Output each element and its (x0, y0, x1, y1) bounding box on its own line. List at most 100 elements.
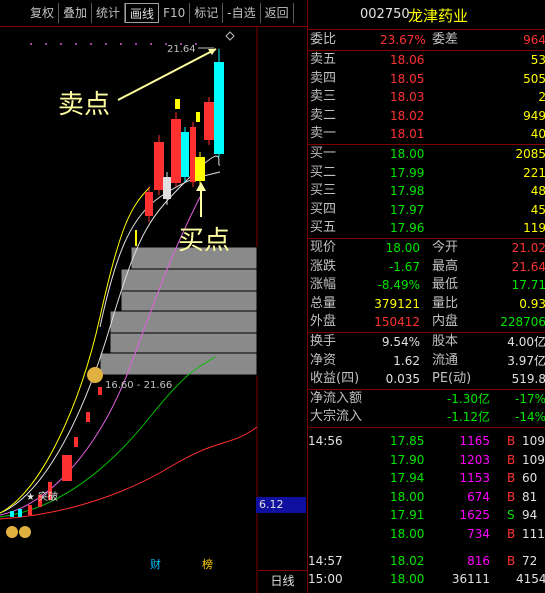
quote-row: 买三 17.98 48 (308, 182, 545, 201)
toolbar-button-2[interactable]: 统计 (92, 3, 126, 23)
quote-row: 买一 18.00 2085 (308, 145, 545, 164)
toolbar-button-4[interactable]: F10 (159, 3, 191, 23)
toolbar-button-3[interactable]: 画线 (125, 3, 160, 23)
tick-count: 60 (522, 471, 538, 486)
stock-title-bar: 002750 龙津药业 (308, 0, 545, 30)
stat-label: 最高 (432, 258, 459, 274)
stat-label: 内盘 (432, 314, 459, 330)
stat-value: 17.71 (511, 278, 545, 293)
candle (145, 192, 153, 216)
tick-side: B (507, 434, 516, 448)
grid-dot (105, 43, 107, 45)
toolbar-button-0[interactable]: 复权 (26, 3, 60, 23)
bid-label: 买四 (310, 201, 337, 217)
tick-count: 4154 (516, 572, 545, 587)
finance-badge[interactable]: 财 (150, 556, 161, 572)
tick-volume: 816 (467, 553, 490, 568)
coin-icon (19, 526, 31, 538)
quote-row: 卖一 18.01 40 (308, 125, 545, 144)
ranking-badge[interactable]: 榜 (202, 556, 213, 572)
toolbar-button-7[interactable]: 返回 (261, 3, 294, 23)
bid-volume: 45 (530, 202, 545, 217)
toolbar-button-1[interactable]: 叠加 (59, 3, 93, 23)
quote-row: 18.00 674 B 81 (308, 488, 545, 507)
candle (175, 99, 180, 109)
candle (28, 505, 32, 515)
tick-time: 14:57 (308, 553, 343, 568)
quote-row: 外盘 150412 内盘 228706 (308, 313, 545, 332)
quote-row: 买五 17.96 119 (308, 219, 545, 238)
candle (98, 387, 102, 395)
stat-value: 519.8 (511, 372, 545, 387)
grid-dot (135, 43, 137, 45)
stat-value: 150412 (374, 315, 420, 330)
daily-period-tab[interactable]: 日线 (258, 570, 307, 590)
tick-volume: 1153 (459, 471, 490, 486)
ask-volume: 949 (523, 108, 545, 123)
bid-volume: 221 (523, 165, 545, 180)
candle (204, 102, 214, 140)
tick-price: 17.90 (390, 452, 425, 467)
grid-dot (150, 43, 152, 45)
range-label: 16.60 - 21.66 (105, 380, 173, 391)
quote-row: 净资 1.62 流通 3.97亿 (308, 352, 545, 371)
diamond-marker-icon (225, 31, 235, 41)
quote-row: 换手 9.54% 股本 4.00亿 (308, 333, 545, 352)
candle (214, 62, 224, 154)
candle (154, 142, 164, 190)
bid-label: 买一 (310, 146, 337, 161)
quote-row: 买四 17.97 45 (308, 201, 545, 220)
quote-row: 总量 379121 量比 0.93 (308, 295, 545, 314)
quote-row: 卖二 18.02 949 (308, 107, 545, 126)
tick-price: 18.00 (390, 572, 425, 587)
candle (163, 177, 171, 199)
tick-time: 15:00 (308, 572, 343, 587)
ask-label: 卖五 (310, 52, 337, 67)
stat-value: 18.00 (385, 241, 420, 255)
tick-price: 17.94 (390, 471, 425, 486)
stat-label: 收益(四) (310, 371, 360, 387)
quote-row: 现价 18.00 今开 21.02 (308, 239, 545, 258)
grid-dot (45, 43, 47, 45)
volume-profile-bar (109, 332, 258, 354)
sell-point-annotation: 卖点 (58, 90, 111, 120)
volume-profile-bar (120, 290, 258, 312)
bid-price: 17.98 (390, 184, 425, 199)
bid-volume: 119 (523, 221, 545, 236)
tick-price: 17.91 (390, 508, 425, 523)
price-axis-tag: 6.12 (256, 497, 306, 513)
quote-row: 买二 17.99 221 (308, 164, 545, 183)
quote-row: 14:56 17.85 1165 B 109 (308, 432, 545, 451)
tick-side: B (507, 527, 516, 541)
stat-label: 净资 (310, 352, 337, 368)
grid-dot (75, 43, 77, 45)
divider (308, 427, 545, 428)
candle (181, 132, 189, 177)
tick-volume: 1203 (459, 452, 490, 467)
bid-price: 17.99 (390, 165, 425, 180)
ask-price: 18.06 (390, 53, 425, 67)
candlestick-chart[interactable] (0, 27, 258, 593)
stat-value: 9.54% (381, 335, 420, 349)
tick-count: 109 (522, 434, 545, 448)
chart-toolbar: 复权 叠加 统计 画线 F10 标记 -自选 返回 (0, 0, 307, 27)
stat-label: 涨跌 (310, 258, 337, 274)
tick-volume: 1625 (459, 508, 490, 523)
candle (171, 119, 181, 183)
quote-row: 17.91 1625 S 94 (308, 506, 545, 525)
ask-price: 18.03 (390, 90, 425, 105)
ask-label: 卖二 (310, 107, 337, 123)
stat-value: 1.62 (393, 353, 420, 368)
quote-row: 净流入额 -1.30亿 -17% (308, 390, 545, 409)
weibi-label: 委比 (310, 32, 337, 47)
quote-row: 委比 23.67% 委差 964 (308, 31, 545, 50)
breakout-marker: ★ 突破 (26, 492, 59, 503)
stat-value: 4.00亿 (507, 335, 545, 349)
toolbar-button-6[interactable]: -自选 (223, 3, 261, 23)
ask-label: 卖一 (310, 126, 337, 142)
stat-label: 量比 (432, 295, 459, 311)
toolbar-button-5[interactable]: 标记 (190, 3, 224, 23)
grid-dot (60, 43, 62, 45)
quote-row: 17.90 1203 B 109 (308, 451, 545, 470)
bid-price: 17.97 (390, 202, 425, 217)
